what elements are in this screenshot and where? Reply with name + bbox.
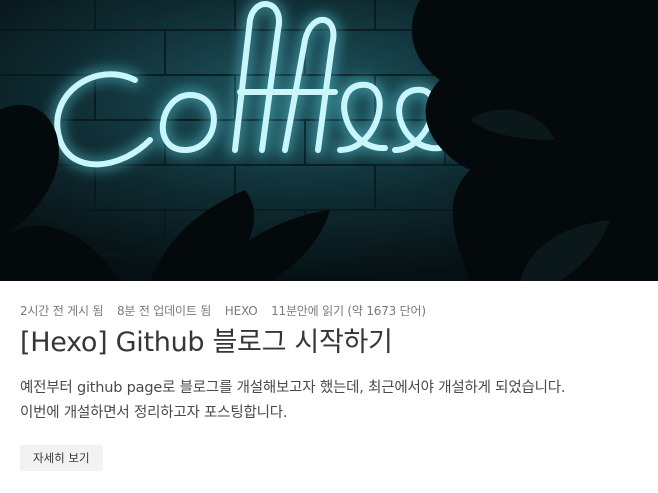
coffee-neon-sign-image (0, 0, 658, 281)
post-card: 2시간 전 게시 됨 8분 전 업데이트 됨 HEXO 11분안에 읽기 (약 … (0, 0, 658, 493)
post-excerpt: 예전부터 github page로 블로그를 개설해보고자 했는데, 최근에서야… (20, 376, 645, 426)
category-link[interactable]: HEXO (225, 304, 258, 318)
excerpt-line-1: 예전부터 github page로 블로그를 개설해보고자 했는데, 최근에서야… (20, 380, 566, 396)
posted-time: 2시간 전 게시 됨 (20, 304, 104, 318)
post-title[interactable]: [Hexo] Github 블로그 시작하기 (20, 320, 393, 359)
read-more-button[interactable]: 자세히 보기 (20, 445, 103, 471)
excerpt-line-2: 이번에 개설하면서 정리하고자 포스팅합니다. (20, 405, 288, 421)
updated-time: 8분 전 업데이트 됨 (116, 304, 212, 318)
post-meta: 2시간 전 게시 됨 8분 전 업데이트 됨 HEXO 11분안에 읽기 (약 … (20, 302, 426, 319)
post-cover-image[interactable] (0, 0, 658, 281)
reading-time: 11분안에 읽기 (약 1673 단어) (271, 304, 426, 318)
